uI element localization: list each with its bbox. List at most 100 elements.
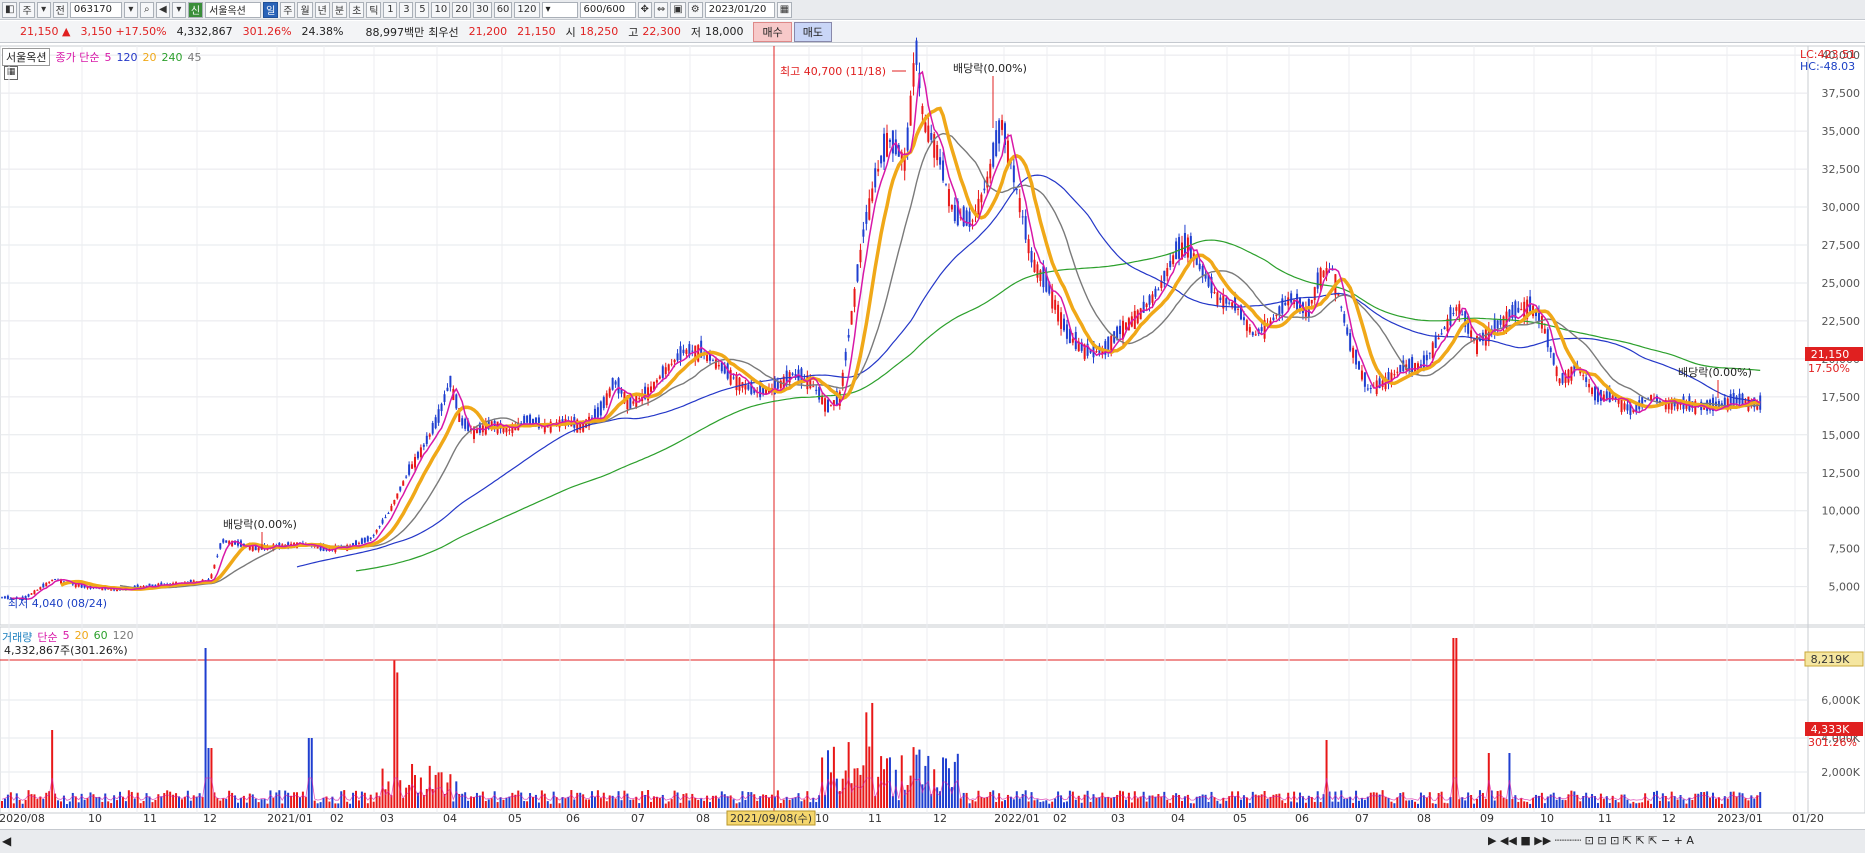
candle-body [1248, 327, 1251, 333]
volume-bar [1372, 792, 1375, 808]
volume-bar [1313, 801, 1316, 808]
volume-bar [841, 778, 844, 808]
volume-bar [1142, 791, 1145, 808]
volume-bar [655, 796, 658, 808]
volume-bar [1414, 801, 1417, 808]
volume-bar [481, 791, 484, 808]
volume-bar [346, 801, 349, 808]
volume-bar [1573, 791, 1576, 808]
volume-bar [1399, 793, 1402, 808]
candle-body [1558, 378, 1561, 384]
volume-bar [1405, 800, 1408, 808]
volume-bar [225, 798, 228, 808]
volume-bar [399, 780, 402, 808]
volume-bar [1122, 791, 1124, 808]
stock-chart[interactable]: 40,00037,50035,00032,50030,00027,50025,0… [0, 0, 1865, 829]
volume-bar [473, 796, 475, 808]
volume-bar [1402, 792, 1405, 808]
volume-bar [1523, 801, 1526, 808]
candle-body [1036, 264, 1039, 278]
candle-body [1591, 387, 1594, 394]
scroll-left-icon[interactable]: ◀ [2, 834, 11, 848]
volume-bar [968, 803, 971, 808]
volume-bar [387, 781, 390, 808]
volume-bar [1316, 791, 1319, 808]
volume-bar [1039, 801, 1042, 808]
volume-bar [151, 802, 154, 808]
volume-bar [673, 790, 676, 808]
volume-bar [1635, 803, 1638, 808]
nav-controls[interactable]: ▶ ◀◀ ■ ▶▶ ┈┈┈┈ ⊡ ⊡ ⊡ ⇱ ⇱ ⇱ − + A [1488, 834, 1694, 847]
candle-body [1030, 250, 1033, 263]
vol-pct-tag: 301.26% [1808, 736, 1857, 749]
candle-body [1219, 297, 1222, 301]
volume-bar [186, 790, 189, 808]
volume-bar [189, 800, 192, 808]
volume-bar [989, 791, 992, 808]
candle-body [691, 350, 694, 352]
x-tick-label: 05 [508, 812, 522, 825]
volume-bar [1071, 791, 1074, 808]
candle-body [827, 399, 829, 413]
volume-bar [1661, 793, 1664, 808]
volume-bar [567, 796, 570, 808]
candle-body [850, 311, 853, 325]
ma45-line [119, 132, 1761, 589]
volume-bar [39, 796, 42, 808]
price-tick-label: 15,000 [1822, 429, 1861, 442]
candle-body [1213, 292, 1216, 294]
candle-body [685, 349, 688, 354]
volume-bar [1145, 801, 1148, 808]
volume-bar [266, 803, 269, 808]
volume-bar [741, 791, 744, 808]
volume-bar [1009, 796, 1012, 808]
candle-body [676, 353, 679, 361]
x-tick-label: 02 [330, 812, 344, 825]
volume-bar [558, 803, 561, 808]
volume-bar [797, 793, 800, 808]
candle-body [443, 394, 446, 402]
candle-body [1148, 295, 1151, 305]
candle-body [853, 288, 856, 307]
candle-body [1484, 329, 1487, 346]
volume-bar [352, 792, 355, 808]
price-tick-label: 30,000 [1822, 201, 1861, 214]
candle-body [1502, 316, 1505, 328]
candle-body [408, 464, 411, 475]
volume-bar [1, 800, 3, 808]
volume-bar [738, 802, 741, 808]
candle-body [1366, 388, 1369, 390]
volume-bar [1033, 800, 1036, 808]
volume-bar [1703, 792, 1706, 808]
candle-body [608, 388, 611, 397]
dividend-annotation-1: 배당락(0.00%) [223, 518, 297, 531]
candle-body [655, 380, 658, 383]
volume-bar [1163, 791, 1166, 808]
price-tick-label: 22,500 [1822, 315, 1861, 328]
volume-bar [499, 797, 502, 808]
volume-bar [502, 799, 505, 808]
volume-bar [455, 781, 458, 808]
bottom-scrollbar[interactable]: ◀ ▶ ◀◀ ■ ▶▶ ┈┈┈┈ ⊡ ⊡ ⊡ ⇱ ⇱ ⇱ − + A [0, 829, 1865, 853]
volume-bar [1437, 793, 1440, 808]
candle-body [927, 125, 930, 142]
volume-bar [998, 793, 1001, 808]
candle-body [732, 377, 735, 379]
candle-body [1735, 396, 1738, 404]
volume-bar [602, 792, 605, 808]
candle-body [953, 204, 956, 221]
volume-bar [1499, 790, 1502, 808]
candle-body [414, 456, 416, 468]
candle-body [1543, 328, 1546, 334]
candle-body [1582, 375, 1585, 377]
vol-current-tag: 4,333K [1811, 723, 1850, 736]
volume-bar [116, 800, 119, 808]
candle-body [384, 517, 387, 519]
x-tick-label: 03 [1111, 812, 1125, 825]
volume-bar [290, 795, 293, 808]
candle-body [971, 220, 974, 222]
volume-bar [1626, 799, 1629, 808]
volume-bar [909, 775, 912, 808]
volume-bar [859, 774, 862, 808]
price-legend-name[interactable]: 서울옥션 [2, 48, 51, 66]
